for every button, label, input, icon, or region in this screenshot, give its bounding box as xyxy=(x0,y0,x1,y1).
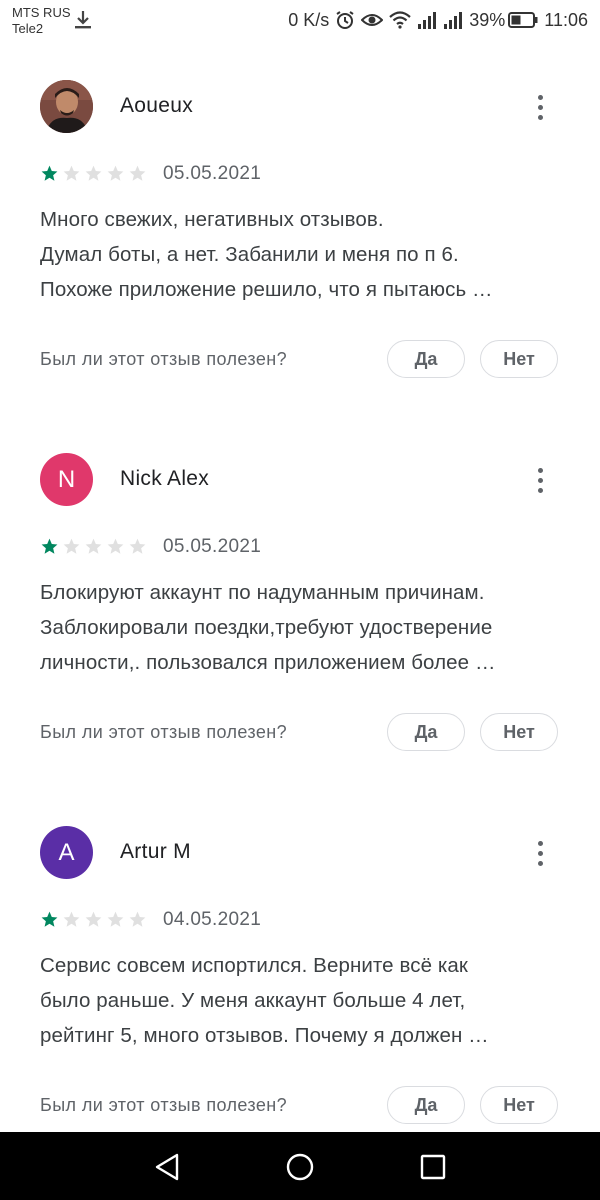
navigation-bar xyxy=(0,1132,600,1200)
recents-button[interactable] xyxy=(413,1148,453,1186)
helpful-yes-button[interactable]: Да xyxy=(387,340,465,378)
avatar-letter: A xyxy=(58,838,75,866)
star-empty-icon xyxy=(63,165,80,181)
review-text-line: Думал боты, а нет. Забанили и меня по п … xyxy=(40,243,459,266)
back-button[interactable] xyxy=(147,1148,187,1186)
helpful-question: Был ли этот отзыв полезен? xyxy=(40,349,288,369)
carrier-2: Tele2 xyxy=(12,21,44,36)
review-author: Aoueux xyxy=(120,94,194,117)
star-empty-icon xyxy=(85,911,102,927)
more-vert-icon xyxy=(537,94,543,100)
battery-indicator: 39% xyxy=(469,10,538,31)
review-text-line: Блокируют аккаунт по надуманным причинам… xyxy=(40,581,485,604)
review-text[interactable]: Много свежих, негативных отзывов. Думал … xyxy=(40,202,565,307)
star-filled-icon xyxy=(41,538,58,554)
battery-percent: 39% xyxy=(469,9,506,30)
helpful-question: Был ли этот отзыв полезен? xyxy=(40,1095,288,1115)
helpful-no-button[interactable]: Нет xyxy=(480,1086,558,1124)
reviews-list: Aoueux 05.05.2021 Много свежих, негативн… xyxy=(0,44,600,1163)
avatar[interactable]: N xyxy=(40,453,93,506)
wifi-icon xyxy=(389,11,411,29)
alarm-icon xyxy=(335,10,355,30)
star-rating xyxy=(40,537,147,556)
star-empty-icon xyxy=(107,911,124,927)
helpful-no-button[interactable]: Нет xyxy=(480,340,558,378)
review-text-line: Похоже приложение решило, что я пытаюсь … xyxy=(40,278,493,301)
review-text-line: Сервис совсем испортился. Верните всё ка… xyxy=(40,954,468,977)
star-empty-icon xyxy=(129,165,146,181)
more-options-button[interactable] xyxy=(524,836,556,870)
star-empty-icon xyxy=(63,538,80,554)
back-icon xyxy=(155,1153,179,1181)
status-icons: 0 K/s 39% 11:06 xyxy=(288,8,588,32)
more-options-button[interactable] xyxy=(524,463,556,497)
clock: 11:06 xyxy=(544,9,588,30)
review-date: 04.05.2021 xyxy=(163,909,262,930)
star-empty-icon xyxy=(129,911,146,927)
star-empty-icon xyxy=(63,911,80,927)
review-card: Aoueux 05.05.2021 Много свежих, негативн… xyxy=(0,44,600,417)
home-icon xyxy=(286,1153,314,1181)
helpful-no-button[interactable]: Нет xyxy=(480,713,558,751)
user-photo-icon xyxy=(40,80,93,133)
review-text-line: было раньше. У меня аккаунт больше 4 лет… xyxy=(40,989,466,1012)
star-empty-icon xyxy=(107,538,124,554)
star-empty-icon xyxy=(129,538,146,554)
recents-icon xyxy=(420,1154,446,1180)
review-text[interactable]: Сервис совсем испортился. Верните всё ка… xyxy=(40,948,565,1053)
review-date: 05.05.2021 xyxy=(163,536,262,557)
avatar-letter: N xyxy=(57,465,76,493)
helpful-yes-button[interactable]: Да xyxy=(387,1086,465,1124)
home-button[interactable] xyxy=(280,1148,320,1186)
avatar[interactable] xyxy=(40,80,93,133)
review-text-line: Заблокировали поездки,требуют удостверен… xyxy=(40,616,493,639)
eye-icon xyxy=(361,12,384,28)
signal-icon-1 xyxy=(417,11,437,29)
net-speed: 0 K/s xyxy=(288,9,330,30)
signal-icon-2 xyxy=(443,11,463,29)
review-date: 05.05.2021 xyxy=(163,163,262,184)
star-empty-icon xyxy=(85,538,102,554)
review-text[interactable]: Блокируют аккаунт по надуманным причинам… xyxy=(40,575,565,680)
more-options-button[interactable] xyxy=(524,90,556,124)
star-filled-icon xyxy=(41,911,58,927)
review-text-line: личности,. пользовался приложением более… xyxy=(40,651,496,674)
star-empty-icon xyxy=(85,165,102,181)
carrier-1: MTS RUS xyxy=(12,5,71,20)
star-filled-icon xyxy=(41,165,58,181)
more-vert-icon xyxy=(537,840,543,846)
carrier-info: MTS RUS Tele2 xyxy=(12,5,71,37)
status-bar: MTS RUS Tele2 0 K/s 39% 11:06 xyxy=(0,0,600,44)
star-rating xyxy=(40,164,147,183)
more-vert-icon xyxy=(537,467,543,473)
review-author: Nick Alex xyxy=(120,467,210,490)
helpful-question: Был ли этот отзыв полезен? xyxy=(40,722,288,742)
review-card: A Artur M 04.05.2021 Сервис совсем испор… xyxy=(0,790,600,1163)
helpful-yes-button[interactable]: Да xyxy=(387,713,465,751)
review-author: Artur M xyxy=(120,840,191,863)
battery-icon xyxy=(508,12,538,28)
review-text-line: рейтинг 5, много отзывов. Почему я долже… xyxy=(40,1024,489,1047)
review-text-line: Много свежих, негативных отзывов. xyxy=(40,208,384,231)
download-icon xyxy=(74,10,92,35)
star-rating xyxy=(40,910,147,929)
star-empty-icon xyxy=(107,165,124,181)
review-card: N Nick Alex 05.05.2021 Блокируют аккаунт… xyxy=(0,417,600,790)
avatar[interactable]: A xyxy=(40,826,93,879)
